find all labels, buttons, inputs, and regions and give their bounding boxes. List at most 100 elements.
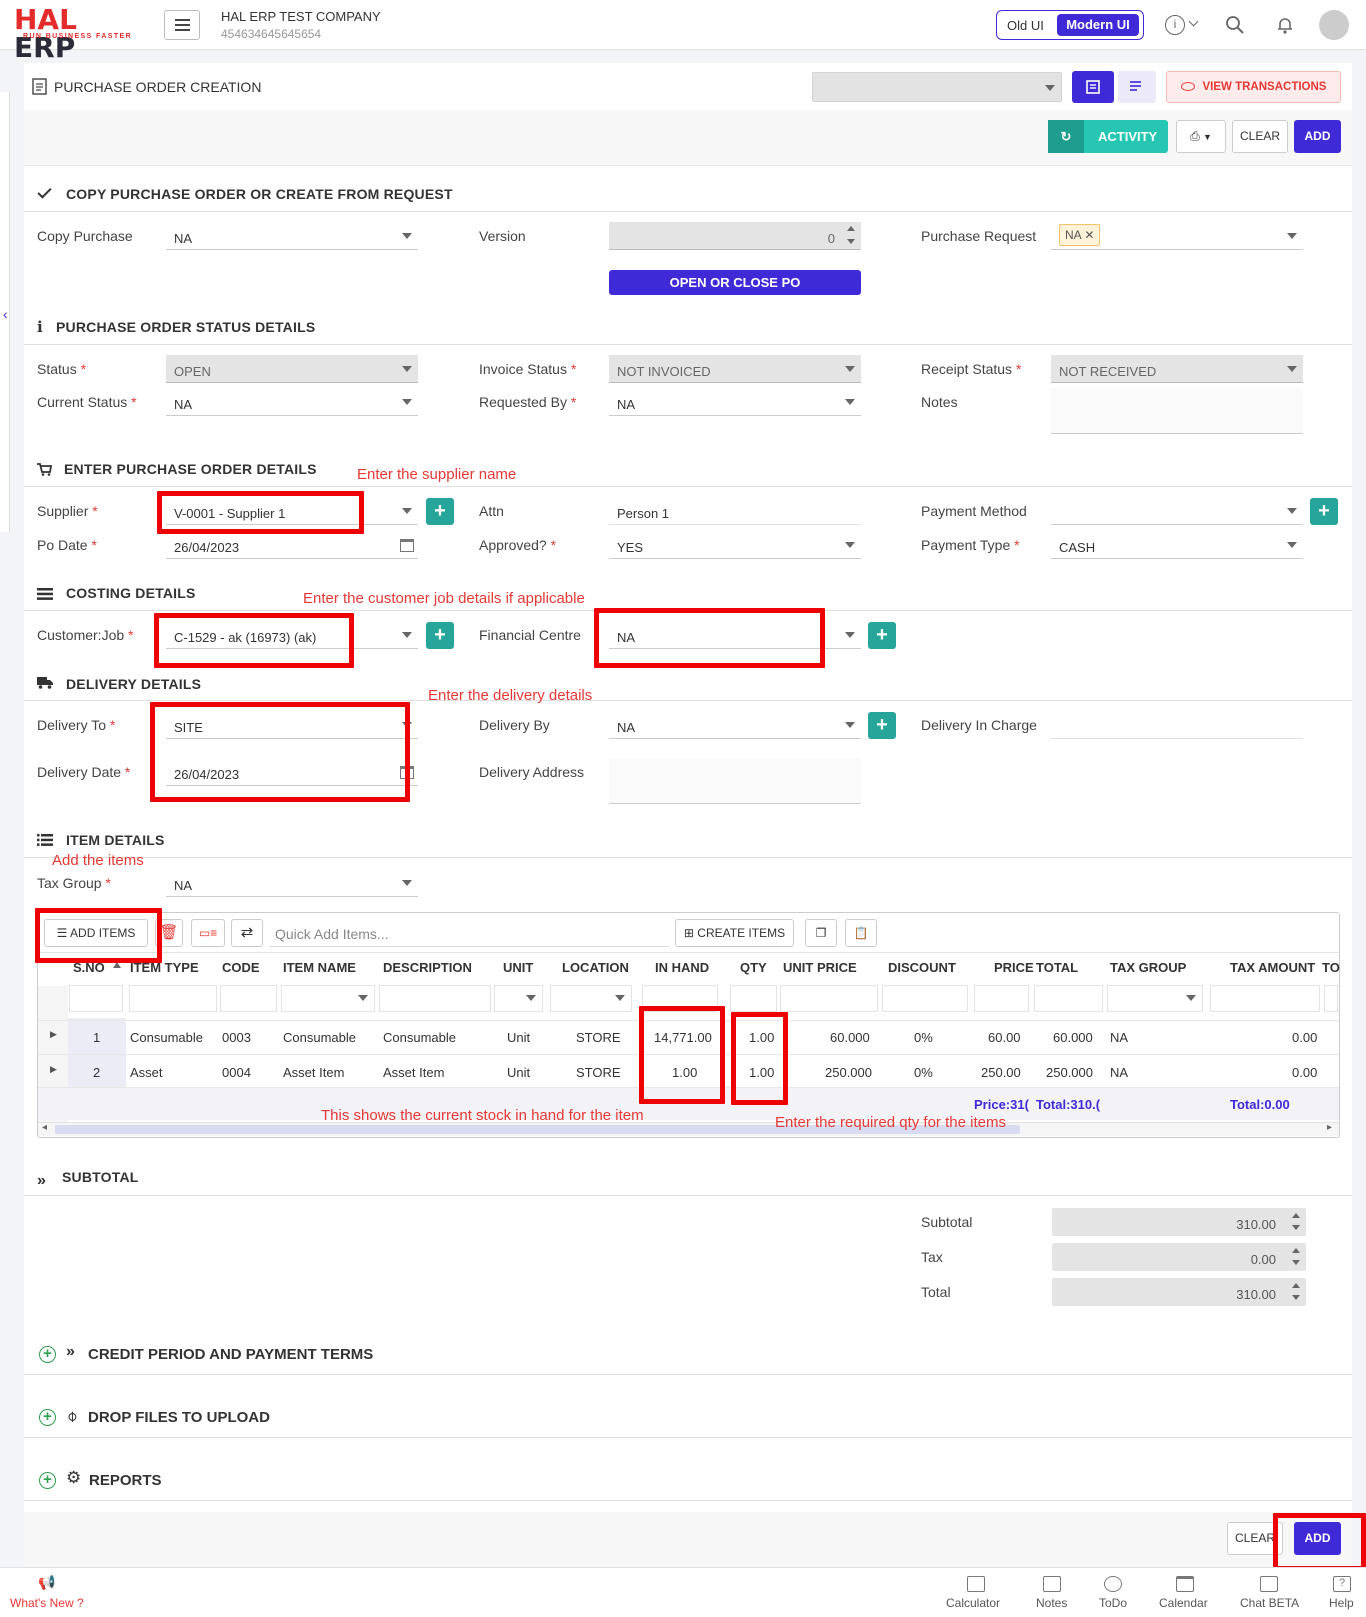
cell-item-name[interactable]: Consumable — [283, 1030, 356, 1045]
chat-label[interactable]: Chat BETA — [1240, 1596, 1299, 1610]
filter-cell[interactable] — [1210, 985, 1320, 1012]
search-icon[interactable] — [1225, 15, 1245, 35]
calculator-label[interactable]: Calculator — [946, 1596, 1000, 1610]
notes-icon[interactable] — [1043, 1576, 1061, 1592]
invoice-status-select[interactable]: NOT INVOICED — [609, 355, 861, 383]
column-header[interactable]: UNIT PRICE — [783, 960, 857, 975]
cell-item-type[interactable]: Asset — [130, 1065, 163, 1080]
column-header[interactable]: CODE — [222, 960, 260, 975]
add-supplier-button[interactable]: + — [426, 498, 454, 525]
add-payment-method-button[interactable]: + — [1310, 498, 1338, 525]
modern-ui-option[interactable]: Modern UI — [1057, 14, 1139, 36]
create-items-button[interactable]: ⊞ CREATE ITEMS — [675, 919, 794, 947]
scroll-right-icon[interactable]: ▸ — [1327, 1122, 1332, 1133]
old-ui-option[interactable]: Old UI — [1007, 18, 1044, 33]
cell-code[interactable]: 0004 — [222, 1065, 251, 1080]
column-header[interactable]: TAX AMOUNT — [1230, 960, 1315, 975]
view-transactions-button[interactable]: VIEW TRANSACTIONS — [1166, 71, 1341, 103]
open-close-po-button[interactable]: OPEN OR CLOSE PO — [609, 270, 861, 295]
column-header[interactable]: UNIT — [503, 960, 533, 975]
calculator-icon[interactable] — [967, 1576, 985, 1592]
cell-location[interactable]: STORE — [576, 1065, 621, 1080]
column-header[interactable]: TAX GROUP — [1110, 960, 1186, 975]
column-header[interactable]: IN HAND — [655, 960, 709, 975]
payment-method-select[interactable] — [1051, 497, 1303, 525]
copy-rows-button[interactable]: ❐ — [805, 919, 837, 947]
cell-unit-price[interactable]: 60.000 — [830, 1030, 870, 1045]
print-button[interactable]: ⎙ ▼ — [1176, 120, 1226, 153]
cell-unit[interactable]: Unit — [507, 1065, 530, 1080]
row-expand-icon[interactable]: ▶ — [50, 1064, 57, 1075]
column-header[interactable]: DISCOUNT — [888, 960, 956, 975]
whats-new-link[interactable]: What's New ? — [10, 1596, 84, 1610]
status-select[interactable]: OPEN — [166, 355, 418, 383]
delivery-address-textarea[interactable] — [609, 758, 861, 804]
attn-input[interactable]: Person 1 — [609, 497, 861, 525]
cell-unit-price[interactable]: 250.000 — [825, 1065, 872, 1080]
expand-files-icon[interactable]: + — [39, 1409, 56, 1426]
delivery-in-charge-input[interactable] — [1051, 711, 1303, 739]
clear-button[interactable]: CLEAR — [1232, 120, 1288, 153]
calendar-label[interactable]: Calendar — [1159, 1596, 1208, 1610]
filter-cell[interactable] — [974, 985, 1029, 1012]
cell-discount[interactable]: 0% — [914, 1065, 933, 1080]
chat-icon[interactable] — [1260, 1576, 1278, 1592]
cell-description[interactable]: Asset Item — [383, 1065, 444, 1080]
approved-select[interactable]: YES — [609, 531, 861, 559]
expand-reports-icon[interactable]: + — [39, 1472, 56, 1489]
delivery-by-select[interactable]: NA — [609, 711, 861, 739]
requested-by-select[interactable]: NA — [609, 388, 861, 416]
files-section-title[interactable]: DROP FILES TO UPLOAD — [88, 1409, 270, 1426]
list-view-button[interactable] — [1118, 71, 1156, 103]
help-label[interactable]: Help — [1329, 1596, 1354, 1610]
expand-credit-icon[interactable]: + — [39, 1346, 56, 1363]
cell-location[interactable]: STORE — [576, 1030, 621, 1045]
chip-close-icon[interactable]: ✕ — [1084, 228, 1094, 242]
calendar-icon[interactable] — [400, 539, 414, 552]
megaphone-icon[interactable]: 📢 — [38, 1574, 55, 1591]
filter-select[interactable] — [281, 985, 375, 1012]
cell-discount[interactable]: 0% — [914, 1030, 933, 1045]
purchase-request-chip[interactable]: NA ✕ — [1059, 224, 1101, 246]
notes-label[interactable]: Notes — [1036, 1596, 1067, 1610]
form-view-button[interactable] — [1072, 71, 1114, 103]
activity-button[interactable]: ↻ ACTIVITY — [1048, 120, 1168, 153]
filter-cell[interactable] — [379, 985, 491, 1012]
add-customer-job-button[interactable]: + — [426, 622, 454, 649]
payment-type-select[interactable]: CASH — [1051, 531, 1303, 559]
column-header[interactable]: DESCRIPTION — [383, 960, 472, 975]
add-delivery-by-button[interactable]: + — [868, 712, 896, 739]
ui-mode-toggle[interactable]: Old UI Modern UI — [996, 10, 1144, 40]
filter-cell[interactable] — [69, 985, 123, 1012]
bell-icon[interactable] — [1275, 15, 1295, 35]
po-date-input[interactable]: 26/04/2023 — [166, 531, 418, 559]
quick-add-input[interactable]: Quick Add Items... — [269, 919, 669, 947]
help-icon[interactable]: ? — [1333, 1576, 1351, 1592]
reports-section-title[interactable]: REPORTS — [89, 1472, 162, 1489]
notes-textarea[interactable] — [1051, 388, 1303, 434]
filter-cell[interactable] — [1034, 985, 1103, 1012]
cell-item-name[interactable]: Asset Item — [283, 1065, 344, 1080]
info-icon[interactable]: i — [1165, 15, 1185, 35]
filter-cell[interactable] — [882, 985, 968, 1012]
add-financial-centre-button[interactable]: + — [868, 622, 896, 649]
scroll-left-icon[interactable]: ◂ — [42, 1122, 47, 1133]
transaction-select[interactable] — [812, 72, 1062, 102]
column-header[interactable]: PRICE — [994, 960, 1034, 975]
purchase-request-select[interactable]: NA ✕ — [1051, 222, 1303, 250]
filter-cell[interactable] — [730, 985, 777, 1012]
cell-unit[interactable]: Unit — [507, 1030, 530, 1045]
todo-icon[interactable] — [1104, 1576, 1122, 1592]
cell-code[interactable]: 0003 — [222, 1030, 251, 1045]
copy-purchase-select[interactable]: NA — [166, 222, 418, 250]
column-header[interactable]: TO — [1322, 960, 1340, 975]
filter-cell[interactable] — [129, 985, 217, 1012]
filter-cell[interactable] — [220, 985, 277, 1012]
cell-description[interactable]: Consumable — [383, 1030, 456, 1045]
filter-select[interactable] — [1107, 985, 1203, 1012]
chevron-left-icon[interactable]: ‹ — [3, 306, 8, 322]
column-header[interactable]: LOCATION — [562, 960, 629, 975]
tax-group-select[interactable]: NA — [166, 869, 418, 897]
filter-cell[interactable] — [780, 985, 878, 1012]
calendar-icon[interactable] — [1176, 1576, 1194, 1592]
